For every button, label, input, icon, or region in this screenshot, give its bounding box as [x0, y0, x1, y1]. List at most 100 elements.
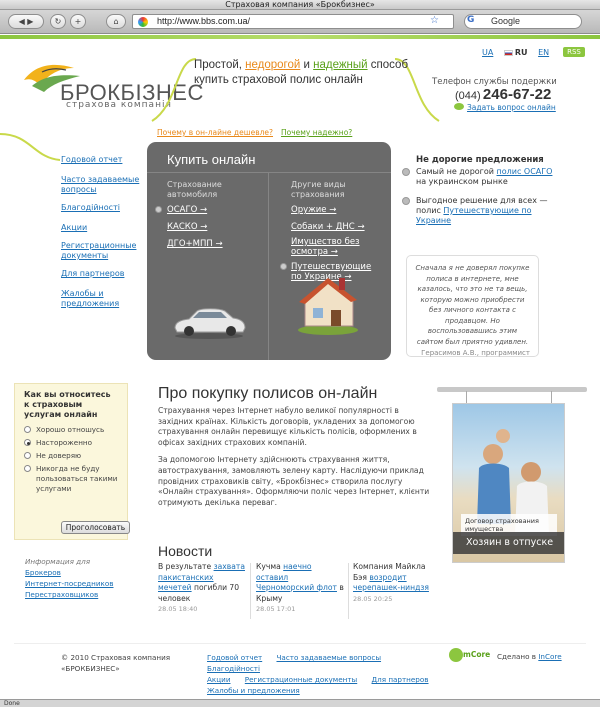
- lang-en[interactable]: EN: [538, 48, 549, 57]
- reload-icon[interactable]: ↻: [50, 14, 66, 29]
- mcore-logo-icon: [449, 648, 463, 662]
- poll-option[interactable]: Настороженно: [24, 438, 118, 448]
- info-brokers-link[interactable]: Брокеров: [25, 568, 61, 577]
- poll-option[interactable]: Хорошо отношусь: [24, 425, 118, 435]
- buy-osago-link[interactable]: ОСАГО →: [167, 205, 207, 215]
- chat-bubble-icon: [454, 103, 464, 110]
- why-reliable-link[interactable]: Почему надежно?: [281, 128, 352, 137]
- buy-weapon-link[interactable]: Оружие →: [291, 205, 336, 215]
- copyright: © 2010 Страховая компания «БРОКБИЗНЕС»: [61, 653, 171, 673]
- offer-travel: Выгодное решение для всех — полис Путеше…: [402, 196, 556, 226]
- info-reinsurers-link[interactable]: Перестраховщиков: [25, 590, 98, 599]
- news-date: 28.05 18:40: [158, 605, 198, 613]
- google-icon[interactable]: G: [467, 15, 474, 25]
- info-intermediaries-link[interactable]: Интернет-посредников: [25, 579, 114, 588]
- incore-link[interactable]: InCore: [538, 652, 561, 661]
- window-title: Страховая компания «Брокбизнес»: [0, 0, 600, 10]
- footer-link[interactable]: Часто задаваемые вопросы: [276, 653, 381, 662]
- car-icon: [174, 308, 246, 339]
- news-item: Кучма наечно оставил Черноморский флот в…: [256, 562, 344, 613]
- offer-osago: Самый не дорогой полис ОСАГО на украинск…: [402, 167, 556, 187]
- nav-charity[interactable]: Благодійності: [61, 203, 120, 212]
- nav-registration-docs[interactable]: Регистрационные документы: [61, 241, 136, 260]
- offer-bullet-icon: [402, 168, 410, 176]
- made-by: Сделано в InCore: [497, 652, 562, 661]
- info-label: Информация для: [25, 557, 91, 566]
- vote-button[interactable]: Проголосовать: [61, 521, 130, 534]
- poll-widget: Как вы относитесь к страховым услугам он…: [14, 383, 130, 540]
- buy-dogs-link[interactable]: Собаки + ДНС →: [291, 222, 365, 232]
- tagline-reliable-link[interactable]: надежный: [313, 59, 367, 71]
- poll-option[interactable]: Никогда не буду пользоваться такими услу…: [24, 464, 118, 494]
- back-forward-buttons[interactable]: ◀ ▶: [8, 14, 44, 29]
- promo-banner[interactable]: Договор страхования имущества Хозяин в о…: [452, 403, 565, 563]
- news-date: 28.05 17:01: [256, 605, 296, 613]
- mcore-logo[interactable]: mCore: [463, 650, 490, 659]
- article-title: Про покупку полисов он-лайн: [158, 385, 378, 402]
- buy-property-link[interactable]: Имущество без осмотра →: [291, 237, 371, 257]
- house-icon: [298, 278, 358, 335]
- offers-title: Не дорогие предложения: [416, 155, 544, 165]
- buy-kasko-link[interactable]: КАСКО →: [167, 222, 207, 232]
- why-cheaper-link[interactable]: Почему в он-лайне дешевле?: [157, 128, 273, 137]
- poll-question: Как вы относитесь к страховым услугам он…: [24, 390, 111, 419]
- news-item: Компания Майкла Бэя возродит черепашек-н…: [353, 562, 441, 604]
- url-input[interactable]: http://www.bbs.com.ua/: [132, 14, 454, 29]
- radio-icon: [280, 263, 287, 270]
- selected-radio-icon: [155, 206, 162, 213]
- poll-option[interactable]: Не доверяю: [24, 451, 118, 461]
- footer-link[interactable]: Акции: [207, 675, 231, 684]
- promo-title: Хозяин в отпуске: [453, 532, 564, 554]
- nav-partners[interactable]: Для партнеров: [61, 269, 124, 278]
- news-item: В результате захвата пакистанских мечете…: [158, 562, 245, 613]
- news-title: Новости: [158, 543, 213, 559]
- offer-osago-link[interactable]: полис ОСАГО: [497, 167, 553, 176]
- footer-link[interactable]: Регистрационные документы: [245, 675, 357, 684]
- sidebar-nav: Годовой отчет Часто задаваемые вопросы Б…: [61, 155, 141, 319]
- lang-ua[interactable]: UA: [482, 48, 493, 57]
- radio-selected-icon: [24, 439, 31, 446]
- tagline-cheap-link[interactable]: недорогой: [245, 59, 300, 71]
- status-bar: Done: [0, 699, 600, 707]
- nav-promotions[interactable]: Акции: [61, 223, 87, 232]
- footer-link[interactable]: Жалобы и предложения: [207, 686, 300, 695]
- radio-icon: [24, 465, 31, 472]
- language-switcher: UA RU EN: [482, 48, 557, 57]
- article-body: Страхування через Інтернет набуло велико…: [158, 406, 430, 507]
- footer-nav: Годовой отчет Часто задаваемые вопросы Б…: [207, 652, 447, 696]
- radio-icon: [24, 426, 31, 433]
- nav-annual-report[interactable]: Годовой отчет: [61, 155, 122, 164]
- home-icon[interactable]: ⌂: [106, 14, 126, 29]
- footer-link[interactable]: Для партнеров: [372, 675, 429, 684]
- stop-icon[interactable]: +: [70, 14, 86, 29]
- buy-online-panel: Купить онлайн Страхование автомобиля ОСА…: [147, 142, 391, 360]
- radio-icon: [24, 452, 31, 459]
- buy-dgo-link[interactable]: ДГО+МПП →: [167, 239, 223, 249]
- promo-hanger: [437, 387, 587, 392]
- favicon-icon: [138, 17, 148, 27]
- browser-toolbar: ◀ ▶ ↻ + ⌂ http://www.bbs.com.ua/ ☆ Googl…: [0, 10, 600, 34]
- buy-online-title: Купить онлайн: [167, 152, 256, 167]
- info-for-block: Информация для Брокеров Интернет-посредн…: [25, 556, 114, 600]
- bookmark-star-icon[interactable]: ☆: [430, 15, 439, 26]
- nav-complaints[interactable]: Жалобы и предложения: [61, 289, 119, 308]
- news-date: 28.05 20:25: [353, 594, 393, 603]
- decor-curve-nav: [0, 133, 60, 161]
- offer-bullet-icon: [402, 197, 410, 205]
- footer-link[interactable]: Годовой отчет: [207, 653, 262, 662]
- search-input[interactable]: Google: [464, 14, 582, 29]
- footer-divider: [14, 643, 586, 644]
- footer-link[interactable]: Благодійності: [207, 664, 260, 673]
- other-insurance-heading: Другие виды страхования: [291, 180, 346, 199]
- nav-faq[interactable]: Часто задаваемые вопросы: [61, 175, 139, 194]
- lang-ru[interactable]: RU: [515, 48, 528, 57]
- header-accent-bar: [0, 35, 600, 39]
- testimonial: Сначала я не доверял покупке полиса в ин…: [406, 255, 539, 357]
- russia-flag-icon: [503, 49, 513, 56]
- car-insurance-heading: Страхование автомобиля: [167, 180, 222, 199]
- decor-curve-left: [151, 58, 197, 122]
- phone-number: (044) 246-67-22: [455, 86, 552, 103]
- testimonial-author: Герасимов А.В., программист: [421, 349, 530, 357]
- rss-button[interactable]: RSS: [563, 47, 585, 57]
- ask-question-link[interactable]: Задать вопрос онлайн: [467, 103, 556, 112]
